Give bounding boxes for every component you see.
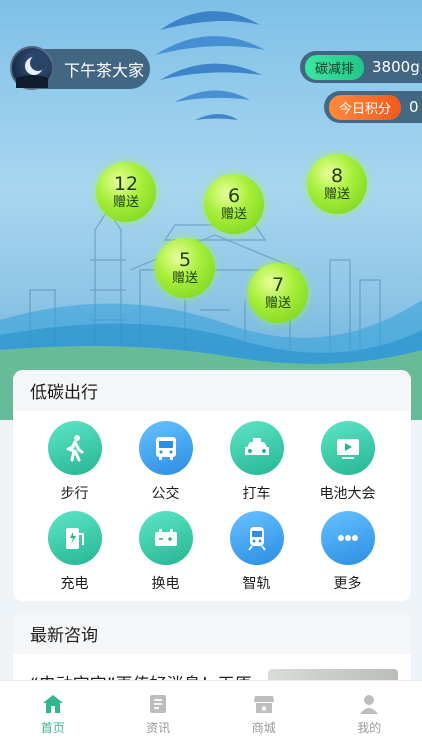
bubble-label: 赠送: [323, 186, 350, 202]
globe-swirl-graphic: [155, 11, 265, 120]
tab-news[interactable]: 资讯: [106, 681, 212, 750]
bottom-tab-bar: 首页 资讯 商城 我的: [0, 680, 422, 750]
service-grid: 步行 公交 打车 电池大会 充电 换电 智轨 更多: [13, 411, 411, 601]
tab-label: 资讯: [146, 721, 171, 735]
bubble-value: 5: [178, 248, 192, 271]
hero-banner: 下午茶大家 碳减排 3800g 今日积分 0 12 赠送 6 赠送 8 赠送 5…: [0, 0, 422, 420]
tab-label: 我的: [357, 721, 382, 735]
service-label: 电池大会: [319, 486, 376, 502]
walk-icon: [47, 421, 102, 475]
avatar[interactable]: [10, 46, 54, 90]
bubble-label: 赠送: [112, 194, 139, 210]
service-smart-rail[interactable]: 智轨: [211, 511, 302, 601]
points-label: 今日积分: [329, 94, 402, 120]
service-battery-conference[interactable]: 电池大会: [302, 421, 393, 511]
carbon-reduction-pill[interactable]: 碳减排 3800g: [300, 51, 422, 83]
service-label: 换电: [151, 576, 180, 592]
points-value: 0: [409, 98, 419, 116]
news-icon: [150, 695, 167, 713]
service-taxi[interactable]: 打车: [211, 421, 302, 511]
bubble-value: 8: [330, 164, 344, 187]
tab-home[interactable]: 首页: [0, 681, 106, 750]
news-title: 最新咨询: [13, 612, 411, 654]
bubble-label: 赠送: [220, 206, 247, 222]
bubble-label: 赠送: [264, 295, 291, 311]
energy-bubble[interactable]: 8 赠送: [307, 154, 367, 214]
service-more[interactable]: 更多: [302, 511, 393, 601]
carbon-value: 3800g: [372, 58, 420, 76]
user-name: 下午茶大家: [64, 61, 145, 80]
bubble-value: 12: [113, 172, 139, 195]
low-carbon-card: 低碳出行 步行 公交 打车 电池大会 充电 换电 智轨 更多: [13, 370, 411, 601]
taxi-icon: [229, 421, 284, 475]
energy-bubble[interactable]: 7 赠送: [248, 263, 308, 323]
service-label: 打车: [242, 486, 271, 502]
energy-bubble[interactable]: 12 赠送: [96, 162, 156, 222]
shop-icon: [253, 696, 274, 713]
battery-icon: [138, 511, 193, 565]
more-icon: [320, 511, 375, 565]
service-battery-swap[interactable]: 换电: [120, 511, 211, 601]
tab-label: 商城: [251, 721, 276, 735]
home-icon: [42, 695, 63, 713]
service-charge[interactable]: 充电: [29, 511, 120, 601]
daily-points-pill[interactable]: 今日积分 0: [324, 91, 422, 123]
card-title: 低碳出行: [13, 370, 411, 411]
energy-bubble[interactable]: 6 赠送: [204, 174, 264, 234]
service-label: 更多: [333, 576, 362, 592]
moon-icon: [16, 55, 48, 88]
tab-label: 首页: [40, 721, 65, 735]
service-label: 步行: [60, 486, 89, 502]
user-profile-pill[interactable]: 下午茶大家: [10, 46, 150, 90]
service-walk[interactable]: 步行: [29, 421, 120, 511]
video-icon: [320, 421, 375, 475]
tab-profile[interactable]: 我的: [317, 681, 422, 750]
bus-icon: [138, 421, 193, 475]
service-label: 智轨: [242, 576, 271, 592]
service-label: 充电: [60, 576, 89, 592]
carbon-label: 碳减排: [305, 54, 365, 80]
service-label: 公交: [151, 486, 180, 502]
energy-bubble[interactable]: 5 赠送: [155, 238, 215, 298]
train-icon: [229, 511, 284, 565]
charging-station-icon: [47, 511, 102, 565]
tab-shop[interactable]: 商城: [211, 681, 317, 750]
service-bus[interactable]: 公交: [120, 421, 211, 511]
bubble-value: 6: [227, 184, 241, 207]
profile-icon: [360, 695, 379, 714]
bubble-value: 7: [271, 273, 285, 296]
bubble-label: 赠送: [171, 270, 198, 286]
